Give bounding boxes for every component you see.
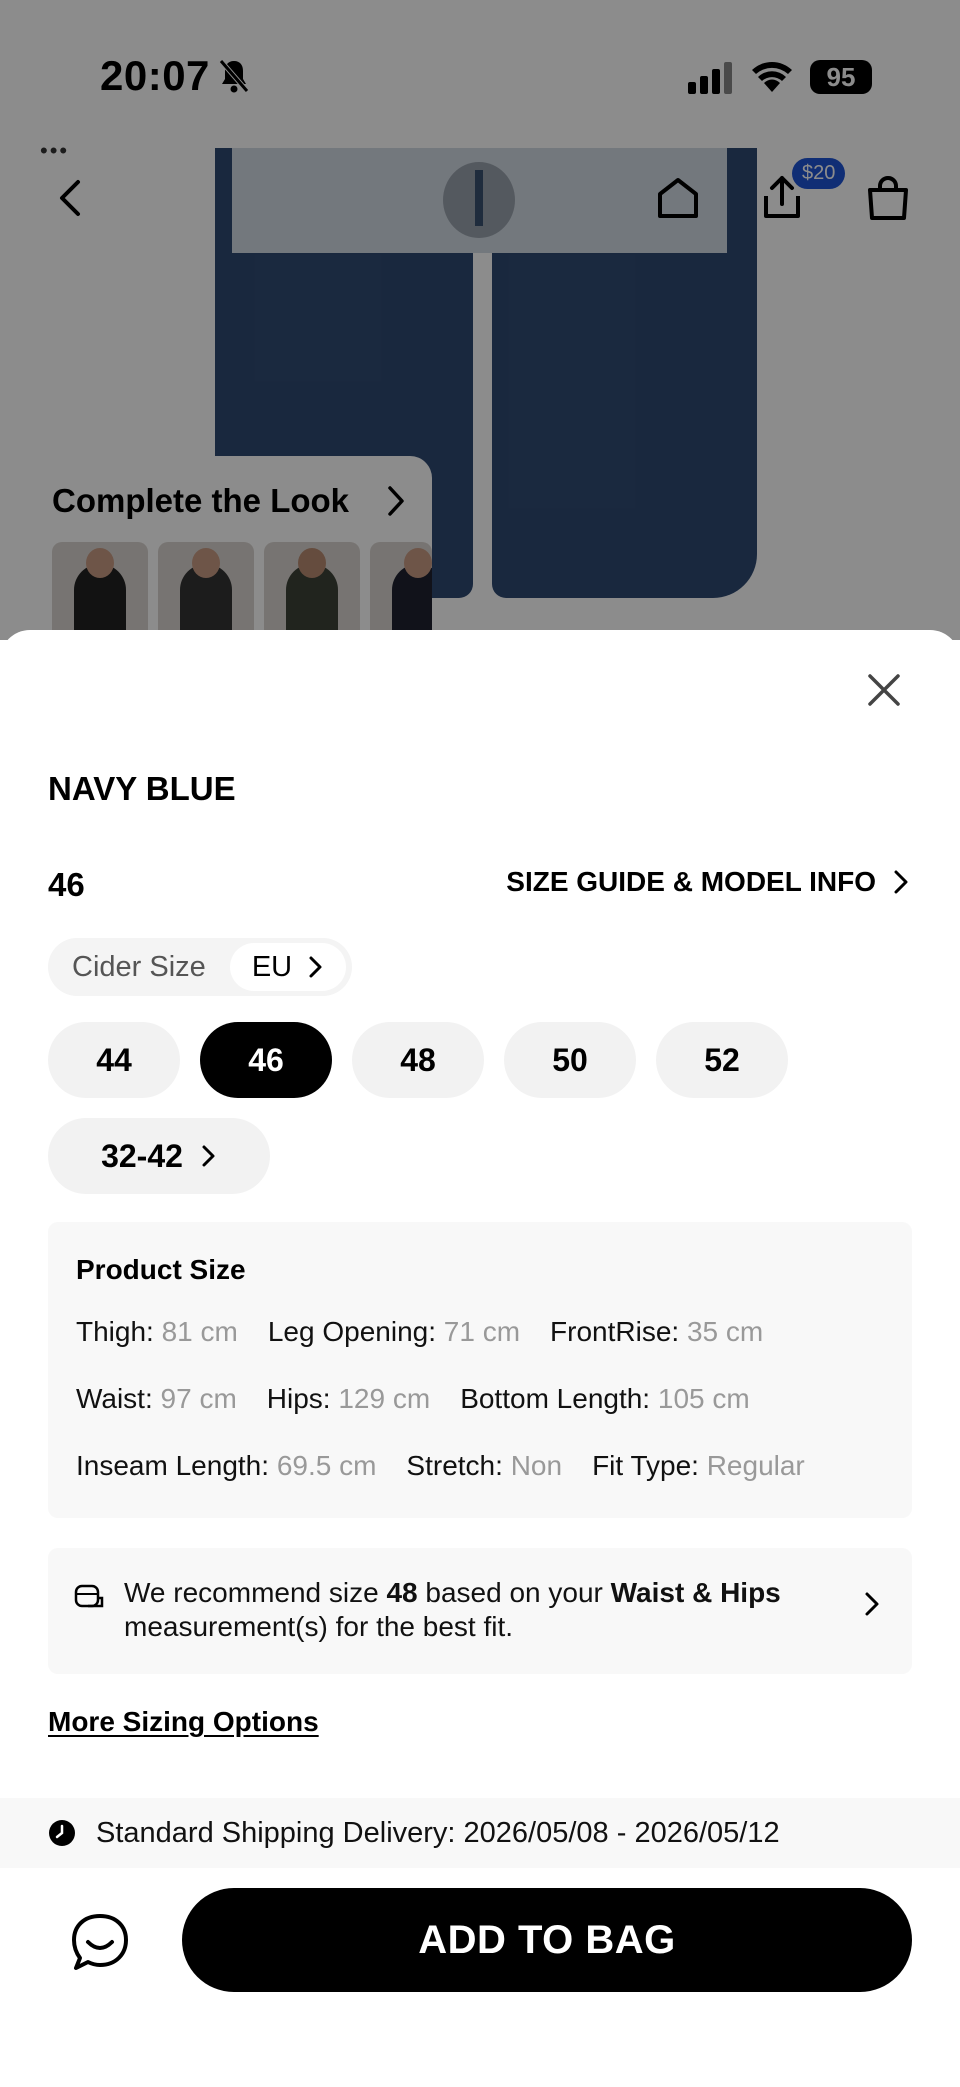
size-guide-link[interactable]: SIZE GUIDE & MODEL INFO	[506, 866, 912, 898]
tape-measure-icon	[74, 1584, 104, 1608]
clock-icon	[49, 1820, 75, 1846]
measurement-row: Waist: 97 cm Hips: 129 cm Bottom Length:…	[76, 1383, 750, 1415]
size-selection-sheet: NAVY BLUE 46 SIZE GUIDE & MODEL INFO Cid…	[0, 630, 960, 2087]
measurement-leg-opening: Leg Opening: 71 cm	[267, 1316, 521, 1347]
chevron-right-icon	[202, 1145, 215, 1167]
measurement-hips: Hips: 129 cm	[266, 1383, 431, 1414]
size-guide-label: SIZE GUIDE & MODEL INFO	[506, 866, 876, 897]
measurement-stretch: Stretch: Non	[406, 1450, 563, 1481]
modal-overlay[interactable]	[0, 0, 960, 640]
selected-size-label: 46	[48, 866, 85, 903]
size-recommendation[interactable]: We recommend size 48 based on your Waist…	[48, 1548, 912, 1674]
measurement-bottom-length: Bottom Length: 105 cm	[460, 1383, 750, 1414]
size-option-label: 50	[552, 1041, 588, 1078]
recommendation-text: We recommend size 48 based on your Waist…	[124, 1577, 781, 1642]
measurement-inseam: Inseam Length: 69.5 cm	[76, 1450, 377, 1481]
size-option[interactable]: 52	[656, 1022, 788, 1098]
size-option-selected[interactable]: 46	[200, 1022, 332, 1098]
more-sizing-options-link[interactable]: More Sizing Options	[48, 1706, 319, 1738]
size-system-label: Cider Size	[72, 950, 206, 983]
chat-support-icon[interactable]	[68, 1912, 132, 1972]
size-option-range[interactable]: 32-42	[48, 1118, 270, 1194]
measurement-fit-type: Fit Type: Regular	[592, 1450, 805, 1481]
size-system-selector[interactable]: Cider Size EU	[48, 938, 352, 996]
size-option-label: 48	[400, 1041, 436, 1078]
chevron-right-icon	[309, 956, 322, 978]
measurement-waist: Waist: 97 cm	[76, 1383, 237, 1414]
size-option-label: 44	[96, 1041, 132, 1078]
measurement-row: Inseam Length: 69.5 cm Stretch: Non Fit …	[76, 1450, 805, 1482]
color-name: NAVY BLUE	[48, 770, 236, 807]
close-icon[interactable]	[860, 666, 908, 714]
size-option-label: 52	[704, 1041, 740, 1078]
shipping-dates: Standard Shipping Delivery: 2026/05/08 -…	[96, 1816, 780, 1849]
size-system-value[interactable]: EU	[230, 943, 346, 991]
size-options: 44 46 48 50 52 32-42	[48, 1022, 918, 1194]
size-option-label: 46	[248, 1041, 284, 1078]
add-to-bag-button[interactable]: ADD TO BAG	[182, 1888, 912, 1992]
size-option[interactable]: 48	[352, 1022, 484, 1098]
chevron-right-icon	[894, 870, 908, 894]
measurement-front-rise: FrontRise: 35 cm	[550, 1316, 764, 1347]
shipping-info: Standard Shipping Delivery: 2026/05/08 -…	[0, 1798, 960, 1868]
size-option[interactable]: 50	[504, 1022, 636, 1098]
product-size-panel: Product Size Thigh: 81 cm Leg Opening: 7…	[48, 1222, 912, 1518]
size-option-label: 32-42	[101, 1137, 183, 1174]
size-system-value-text: EU	[251, 950, 293, 983]
size-option[interactable]: 44	[48, 1022, 180, 1098]
measurement-thigh: Thigh: 81 cm	[76, 1316, 238, 1347]
measurement-row: Thigh: 81 cm Leg Opening: 71 cm FrontRis…	[76, 1316, 763, 1348]
product-size-title: Product Size	[76, 1254, 246, 1285]
product-page-background: 20:07 95 ••• $20 Complete the Look	[0, 0, 960, 640]
chevron-right-icon	[865, 1592, 879, 1616]
